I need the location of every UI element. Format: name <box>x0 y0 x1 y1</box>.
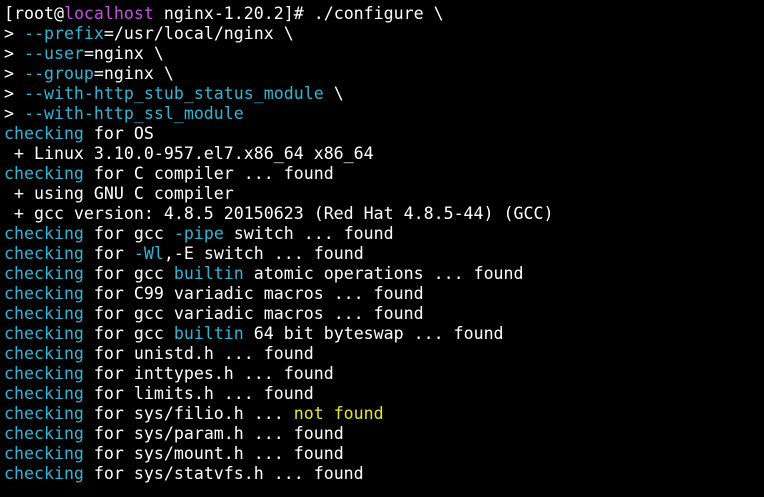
terminal-text-segment: for gcc <box>83 224 174 243</box>
terminal-text-segment: for unistd.h ... found <box>83 344 314 363</box>
terminal-text-segment: checking <box>4 124 84 143</box>
terminal-text-segment: \ <box>323 84 344 103</box>
terminal-text-segment: > <box>4 64 24 83</box>
terminal-text-segment: nginx-1.20.2]# ./configure \ <box>153 4 444 23</box>
terminal-text-segment: for limits.h ... found <box>83 384 314 403</box>
terminal-text-segment: --with-http_stub_status_module <box>23 84 324 103</box>
terminal-text-segment: --group <box>23 64 94 83</box>
terminal-output-line: checking for -Wl,-E switch ... found <box>4 244 764 264</box>
terminal-prompt-line: [root@localhost nginx-1.20.2]# ./configu… <box>4 4 764 24</box>
terminal-text-segment: -pipe <box>173 224 224 243</box>
terminal-output-line: > --with-http_ssl_module <box>4 104 764 124</box>
terminal-output-line: checking for sys/filio.h ... not found <box>4 404 764 424</box>
terminal-text-segment: checking <box>4 304 84 323</box>
terminal-text-segment: for gcc <box>83 324 174 343</box>
terminal-output-line: checking for sys/mount.h ... found <box>4 444 764 464</box>
terminal-text-segment: > <box>4 84 24 103</box>
terminal-text-segment: for gcc <box>83 264 174 283</box>
terminal-text-segment: + gcc version: 4.8.5 20150623 (Red Hat 4… <box>4 204 554 223</box>
terminal-text-segment: 64 bit byteswap ... found <box>243 324 504 343</box>
terminal-text-segment: > <box>4 44 24 63</box>
terminal-output-line: checking for inttypes.h ... found <box>4 364 764 384</box>
terminal-text-segment: localhost <box>63 4 154 23</box>
terminal-text-segment: checking <box>4 284 84 303</box>
terminal-text-segment: builtin <box>173 324 244 343</box>
terminal-output-line: checking for sys/statvfs.h ... found <box>4 464 764 484</box>
terminal-text-segment: checking <box>4 244 84 263</box>
terminal-output-line: checking for gcc builtin atomic operatio… <box>4 264 764 284</box>
terminal-text-segment: + using GNU C compiler <box>4 184 234 203</box>
terminal-output-line: > --prefix=/usr/local/nginx \ <box>4 24 764 44</box>
terminal-output-line: + gcc version: 4.8.5 20150623 (Red Hat 4… <box>4 204 764 224</box>
terminal-output-line: checking for unistd.h ... found <box>4 344 764 364</box>
terminal-text-segment: > <box>4 24 24 43</box>
terminal-output-line: checking for gcc -pipe switch ... found <box>4 224 764 244</box>
terminal-text-segment: =/usr/local/nginx \ <box>103 24 294 43</box>
terminal-output-line: checking for sys/param.h ... found <box>4 424 764 444</box>
terminal-text-segment: for inttypes.h ... found <box>83 364 334 383</box>
terminal-output-line: checking for C compiler ... found <box>4 164 764 184</box>
terminal-text-segment: builtin <box>173 264 244 283</box>
terminal-text-segment: checking <box>4 424 84 443</box>
terminal-text-segment: > <box>4 104 24 123</box>
terminal-output-line: checking for limits.h ... found <box>4 384 764 404</box>
terminal-text-segment: checking <box>4 324 84 343</box>
terminal-text-segment: for sys/filio.h ... <box>83 404 294 423</box>
terminal-text-segment: atomic operations ... found <box>243 264 524 283</box>
terminal-text-segment: for OS <box>83 124 154 143</box>
terminal-output-line: checking for gcc builtin 64 bit byteswap… <box>4 324 764 344</box>
terminal-text-segment: not found <box>293 404 384 423</box>
terminal-text-segment: checking <box>4 444 84 463</box>
terminal-output-line: > --with-http_stub_status_module \ <box>4 84 764 104</box>
terminal-window[interactable]: [root@localhost nginx-1.20.2]# ./configu… <box>0 0 764 497</box>
terminal-text-segment: checking <box>4 404 84 423</box>
terminal-text-segment: for sys/param.h ... found <box>83 424 344 443</box>
terminal-text-segment: ,-E switch ... found <box>163 244 364 263</box>
terminal-text-segment: for C compiler ... found <box>83 164 334 183</box>
terminal-text-segment: -Wl <box>133 244 164 263</box>
terminal-text-segment: for <box>83 244 134 263</box>
terminal-text-segment: for gcc variadic macros ... found <box>83 304 424 323</box>
terminal-text-segment: --with-http_ssl_module <box>23 104 244 123</box>
terminal-text-segment: checking <box>4 344 84 363</box>
terminal-text-segment: =nginx \ <box>83 44 164 63</box>
terminal-text-segment: checking <box>4 384 84 403</box>
terminal-text-segment: =nginx \ <box>93 64 174 83</box>
terminal-text-segment: checking <box>4 224 84 243</box>
terminal-text-segment: --user <box>23 44 84 63</box>
terminal-output-line: checking for C99 variadic macros ... fou… <box>4 284 764 304</box>
terminal-output-line: > --group=nginx \ <box>4 64 764 84</box>
terminal-text-segment: switch ... found <box>223 224 394 243</box>
terminal-text-segment: [root@ <box>4 4 64 23</box>
terminal-output-line: checking for OS <box>4 124 764 144</box>
terminal-text-segment: for sys/statvfs.h ... found <box>83 464 364 483</box>
terminal-text-segment: checking <box>4 364 84 383</box>
terminal-output-line: > --user=nginx \ <box>4 44 764 64</box>
terminal-output-line: + using GNU C compiler <box>4 184 764 204</box>
terminal-text-segment: for sys/mount.h ... found <box>83 444 344 463</box>
terminal-output-line: checking for gcc variadic macros ... fou… <box>4 304 764 324</box>
terminal-text-segment: checking <box>4 464 84 483</box>
terminal-text-segment: for C99 variadic macros ... found <box>83 284 424 303</box>
terminal-text-segment: --prefix <box>23 24 104 43</box>
terminal-text-segment: checking <box>4 164 84 183</box>
terminal-text-segment: checking <box>4 264 84 283</box>
terminal-output-line: + Linux 3.10.0-957.el7.x86_64 x86_64 <box>4 144 764 164</box>
terminal-text-segment: + Linux 3.10.0-957.el7.x86_64 x86_64 <box>4 144 374 163</box>
